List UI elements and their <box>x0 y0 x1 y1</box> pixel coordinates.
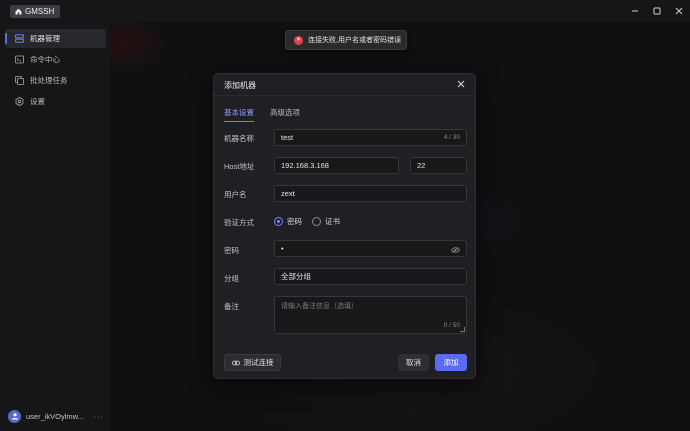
button-label: 取消 <box>406 358 421 367</box>
dialog-title: 添加机器 <box>224 81 256 90</box>
auth-method-radio-group: 密码 证书 <box>274 216 340 227</box>
sidebar-item-label: 机器管理 <box>30 34 60 43</box>
machine-name-value: test <box>281 133 294 142</box>
password-label: 密码 <box>224 246 239 255</box>
port-value: 22 <box>417 161 426 170</box>
sidebar-item-label: 批处理任务 <box>30 76 68 85</box>
radio-label: 密码 <box>287 217 302 226</box>
note-label: 备注 <box>224 302 239 311</box>
radio-unselected-icon <box>312 217 321 226</box>
note-placeholder: 请输入备注信息（选填） <box>281 303 358 310</box>
server-icon <box>15 34 24 43</box>
radio-label: 证书 <box>325 217 340 226</box>
password-input[interactable]: • <box>274 240 467 257</box>
user-icon <box>11 413 18 420</box>
app-badge: GMSSH <box>10 5 61 18</box>
minimize-button[interactable] <box>624 0 646 22</box>
group-select[interactable]: 全部分组 <box>274 268 467 285</box>
tab-advanced-options[interactable]: 高级选项 <box>270 107 300 121</box>
port-input[interactable]: 22 <box>410 157 467 174</box>
active-indicator <box>5 33 7 44</box>
auth-method-label: 验证方式 <box>224 218 254 227</box>
note-textarea[interactable]: 请输入备注信息（选填） 0 / 50 <box>274 296 467 334</box>
add-button[interactable]: 添加 <box>435 354 467 371</box>
add-machine-dialog: 添加机器 基本设置 高级选项 机器名称 test 4 / 30 Host地址 1… <box>213 73 476 379</box>
eye-off-icon[interactable] <box>451 246 460 253</box>
username-label: 用户名 <box>224 190 247 199</box>
error-icon: × <box>294 35 303 45</box>
machine-name-input[interactable]: test 4 / 30 <box>274 129 467 146</box>
batch-icon <box>15 76 24 85</box>
toast-message: 连接失败,用户名或者密码错误 <box>308 37 401 44</box>
sidebar-item-machines[interactable]: 机器管理 <box>5 29 106 48</box>
terminal-icon <box>15 55 24 64</box>
window-controls <box>624 0 690 22</box>
test-connection-button[interactable]: 测试连接 <box>224 354 281 371</box>
user-name: user_ikVOylmw... <box>26 411 84 421</box>
sidebar: 机器管理 命令中心 批处理任务 设置 user_ikVOylmw... ··· <box>0 22 110 431</box>
app-title: GMSSH <box>25 7 55 16</box>
cancel-button[interactable]: 取消 <box>398 354 429 371</box>
gear-icon <box>15 97 24 106</box>
password-value: • <box>281 244 284 253</box>
username-value: zext <box>281 189 295 198</box>
host-label: Host地址 <box>224 162 255 171</box>
username-input[interactable]: zext <box>274 185 467 202</box>
button-label: 测试连接 <box>243 358 274 367</box>
close-icon[interactable] <box>455 78 467 90</box>
sidebar-item-batch-tasks[interactable]: 批处理任务 <box>5 71 106 90</box>
sidebar-item-label: 设置 <box>30 97 45 106</box>
machine-name-label: 机器名称 <box>224 134 254 143</box>
auth-password-radio[interactable]: 密码 <box>274 216 302 227</box>
group-label: 分组 <box>224 274 239 283</box>
link-icon <box>231 360 240 365</box>
dialog-header: 添加机器 <box>214 74 475 96</box>
close-window-button[interactable] <box>668 0 690 22</box>
sidebar-item-label: 命令中心 <box>30 55 60 64</box>
error-toast: × 连接失败,用户名或者密码错误 <box>285 30 407 50</box>
sidebar-item-command-center[interactable]: 命令中心 <box>5 50 106 69</box>
radio-selected-icon <box>274 217 283 226</box>
tab-basic-settings[interactable]: 基本设置 <box>224 107 254 122</box>
host-value: 192.168.3.168 <box>281 161 329 170</box>
avatar <box>8 409 21 423</box>
button-label: 添加 <box>443 358 459 367</box>
home-icon <box>15 8 22 15</box>
title-bar: GMSSH <box>0 0 690 22</box>
more-options-button[interactable]: ··· <box>94 412 105 421</box>
char-counter: 0 / 50 <box>443 322 460 329</box>
sidebar-item-settings[interactable]: 设置 <box>5 92 106 111</box>
user-profile[interactable]: user_ikVOylmw... ··· <box>8 408 104 424</box>
host-input[interactable]: 192.168.3.168 <box>274 157 399 174</box>
auth-certificate-radio[interactable]: 证书 <box>312 216 340 227</box>
group-value: 全部分组 <box>281 272 311 281</box>
resize-handle-icon[interactable] <box>460 327 465 332</box>
char-counter: 4 / 30 <box>443 134 460 141</box>
maximize-button[interactable] <box>646 0 668 22</box>
